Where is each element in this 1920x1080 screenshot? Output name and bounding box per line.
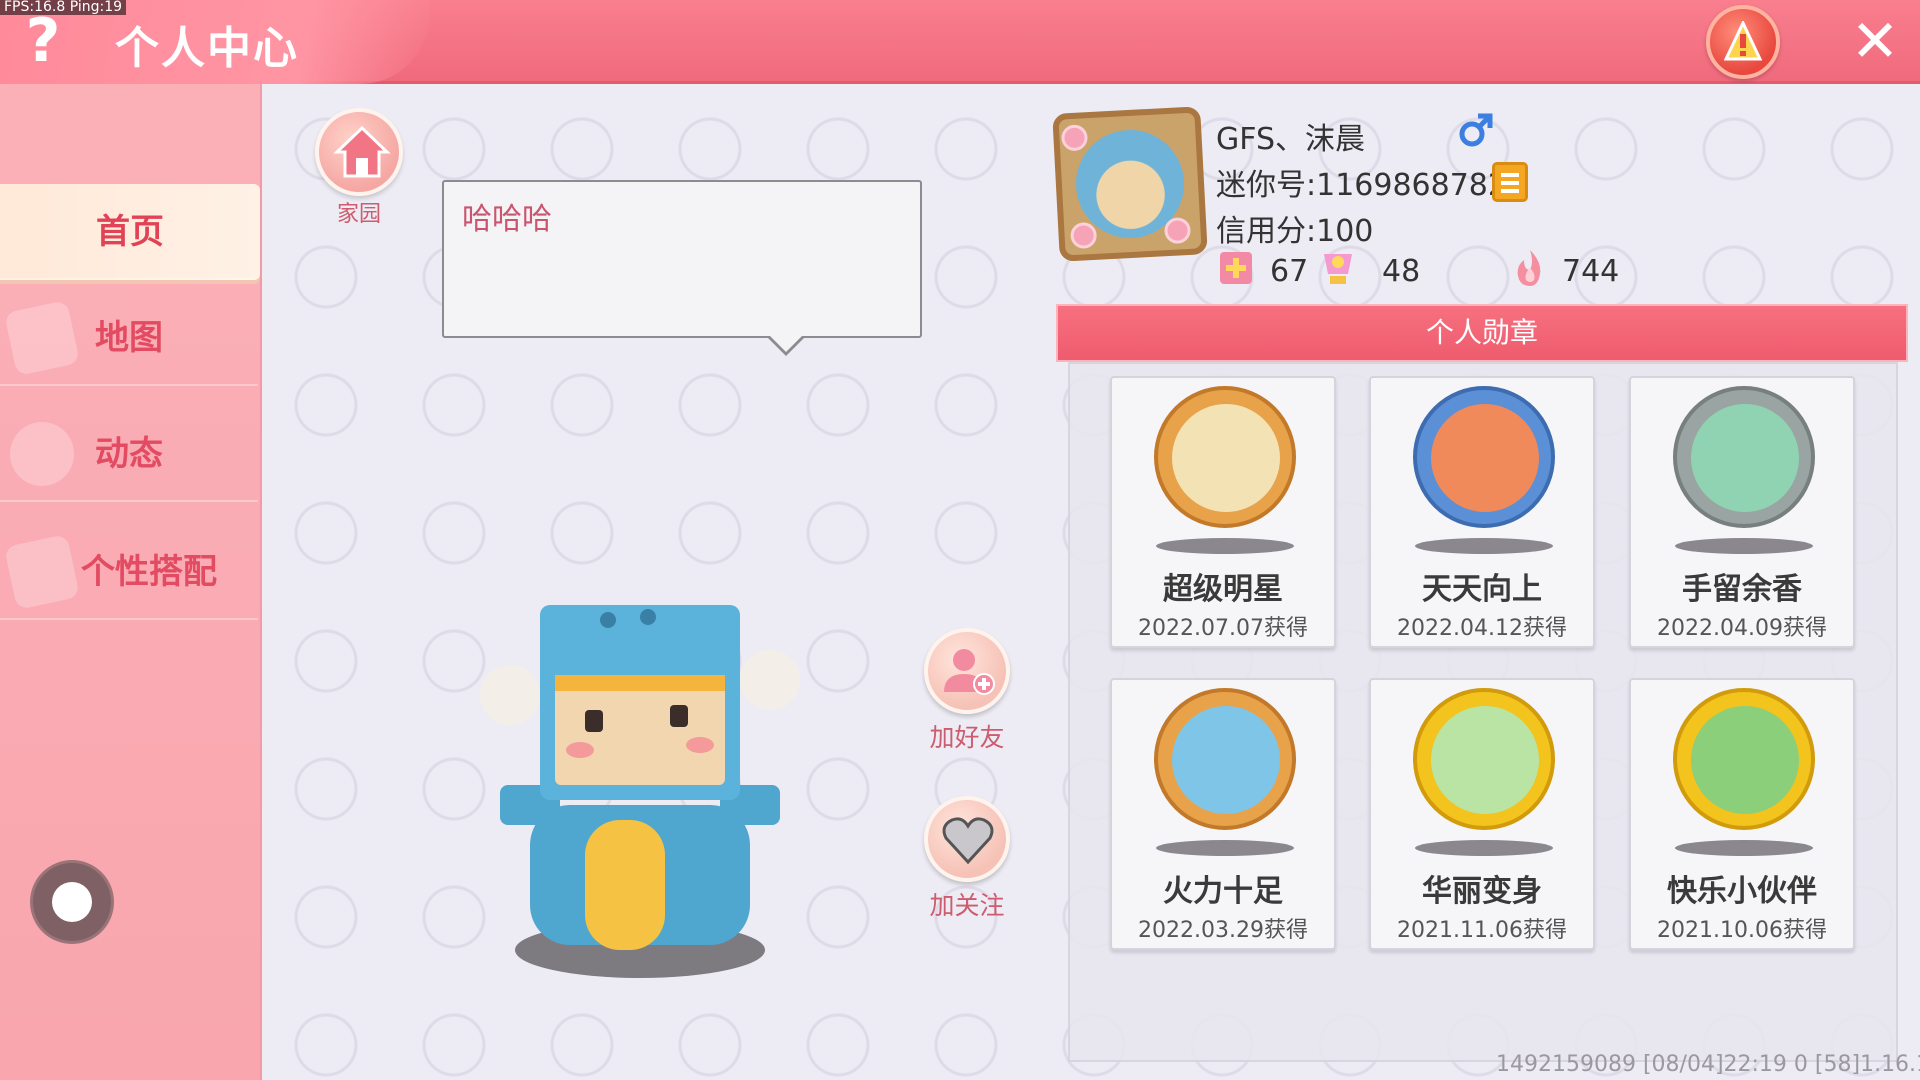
- fps-readout: FPS:16.8 Ping:19: [0, 0, 127, 15]
- sidebar-item-label: 首页: [96, 212, 164, 252]
- flame-icon: [1517, 250, 1541, 286]
- trophy-icon: [1324, 254, 1352, 284]
- friends-medal-icon: [1673, 688, 1815, 830]
- sidebar-item-feed[interactable]: 动态: [0, 406, 258, 502]
- close-button[interactable]: ✕: [1850, 12, 1900, 70]
- page-title: 个人中心: [115, 23, 299, 74]
- sidebar-item-label: 动态: [95, 434, 163, 474]
- follow-label: 加关注: [929, 891, 1005, 920]
- signature-bubble: 哈哈哈: [442, 180, 922, 338]
- stat-value: 48: [1382, 254, 1421, 289]
- sidebar-item-outfit[interactable]: 个性搭配: [0, 524, 258, 620]
- map-icon: [4, 300, 80, 376]
- medal-name: 快乐小伙伴: [1667, 874, 1817, 909]
- medal-card[interactable]: 华丽变身 2021.11.06获得: [1369, 678, 1595, 950]
- bell-icon: [4, 416, 80, 492]
- add-friend-button[interactable]: [924, 628, 1010, 714]
- flower-icon: [1163, 216, 1192, 245]
- medal-date: 2021.10.06获得: [1657, 918, 1827, 943]
- star-medal-icon: [1154, 386, 1296, 528]
- joystick-button[interactable]: [30, 860, 114, 944]
- sidebar: 首页 地图 动态 个性搭配: [0, 84, 262, 1080]
- home-button[interactable]: [315, 108, 403, 196]
- medals-header: 个人勋章: [1056, 304, 1908, 362]
- calendar-medal-icon: [1413, 386, 1555, 528]
- dino-medal-icon: [1413, 688, 1555, 830]
- avatar[interactable]: [1052, 106, 1208, 262]
- help-icon[interactable]: ?: [18, 8, 68, 74]
- sidebar-item-label: 个性搭配: [81, 552, 217, 592]
- sidebar-item-label: 地图: [95, 318, 163, 358]
- medal-name: 超级明星: [1163, 572, 1283, 607]
- medal-date: 2022.03.29获得: [1138, 918, 1308, 943]
- profile-name: GFS、沫晨: [1216, 122, 1366, 157]
- copy-icon[interactable]: [1492, 162, 1528, 202]
- medal-name: 手留余香: [1682, 572, 1802, 607]
- medal-name: 火力十足: [1163, 874, 1283, 909]
- player-character: [480, 605, 800, 978]
- plant-medal-icon: [1673, 386, 1815, 528]
- home-label: 家园: [336, 202, 381, 227]
- report-button[interactable]: [1706, 5, 1780, 79]
- credit-score: 信用分:100: [1216, 214, 1374, 249]
- flower-icon: [1060, 124, 1089, 152]
- warning-icon: [1724, 21, 1762, 61]
- medal-date: 2021.11.06获得: [1397, 918, 1567, 943]
- sidebar-item-home[interactable]: 首页: [0, 184, 260, 280]
- medal-card[interactable]: 快乐小伙伴 2021.10.06获得: [1629, 678, 1855, 950]
- bubble-tail: [766, 334, 806, 356]
- medal-date: 2022.07.07获得: [1138, 616, 1308, 641]
- outfit-icon: [4, 534, 80, 610]
- follow-button[interactable]: [924, 796, 1010, 882]
- male-gender-icon: [1459, 113, 1493, 147]
- flower-icon: [1069, 221, 1098, 250]
- stat-value: 744: [1562, 254, 1620, 289]
- mini-id: 迷你号:1169868782: [1216, 168, 1507, 203]
- add-friend-label: 加好友: [929, 723, 1005, 752]
- treasure-medal-icon: [1154, 688, 1296, 830]
- stat-value: 67: [1270, 254, 1309, 289]
- heart-icon: [942, 817, 994, 865]
- house-icon: [333, 125, 391, 178]
- medal-date: 2022.04.12获得: [1397, 616, 1567, 641]
- medal-card[interactable]: 天天向上 2022.04.12获得: [1369, 376, 1595, 648]
- sidebar-item-map[interactable]: 地图: [0, 290, 258, 386]
- footer-debug-text: 1492159089 [08/04]22:19 0 [58]1.16.1: [1496, 1052, 1920, 1077]
- medal-card[interactable]: 超级明星 2022.07.07获得: [1110, 376, 1336, 648]
- medal-date: 2022.04.09获得: [1657, 616, 1827, 641]
- plus-card-icon: [1220, 252, 1252, 284]
- medal-card[interactable]: 手留余香 2022.04.09获得: [1629, 376, 1855, 648]
- add-user-icon: [944, 649, 995, 695]
- medal-name: 天天向上: [1422, 572, 1542, 607]
- medal-card[interactable]: 火力十足 2022.03.29获得: [1110, 678, 1336, 950]
- header-bar: ? 个人中心 ✕: [0, 0, 1920, 84]
- signature-text: 哈哈哈: [462, 202, 552, 237]
- medal-name: 华丽变身: [1422, 874, 1542, 909]
